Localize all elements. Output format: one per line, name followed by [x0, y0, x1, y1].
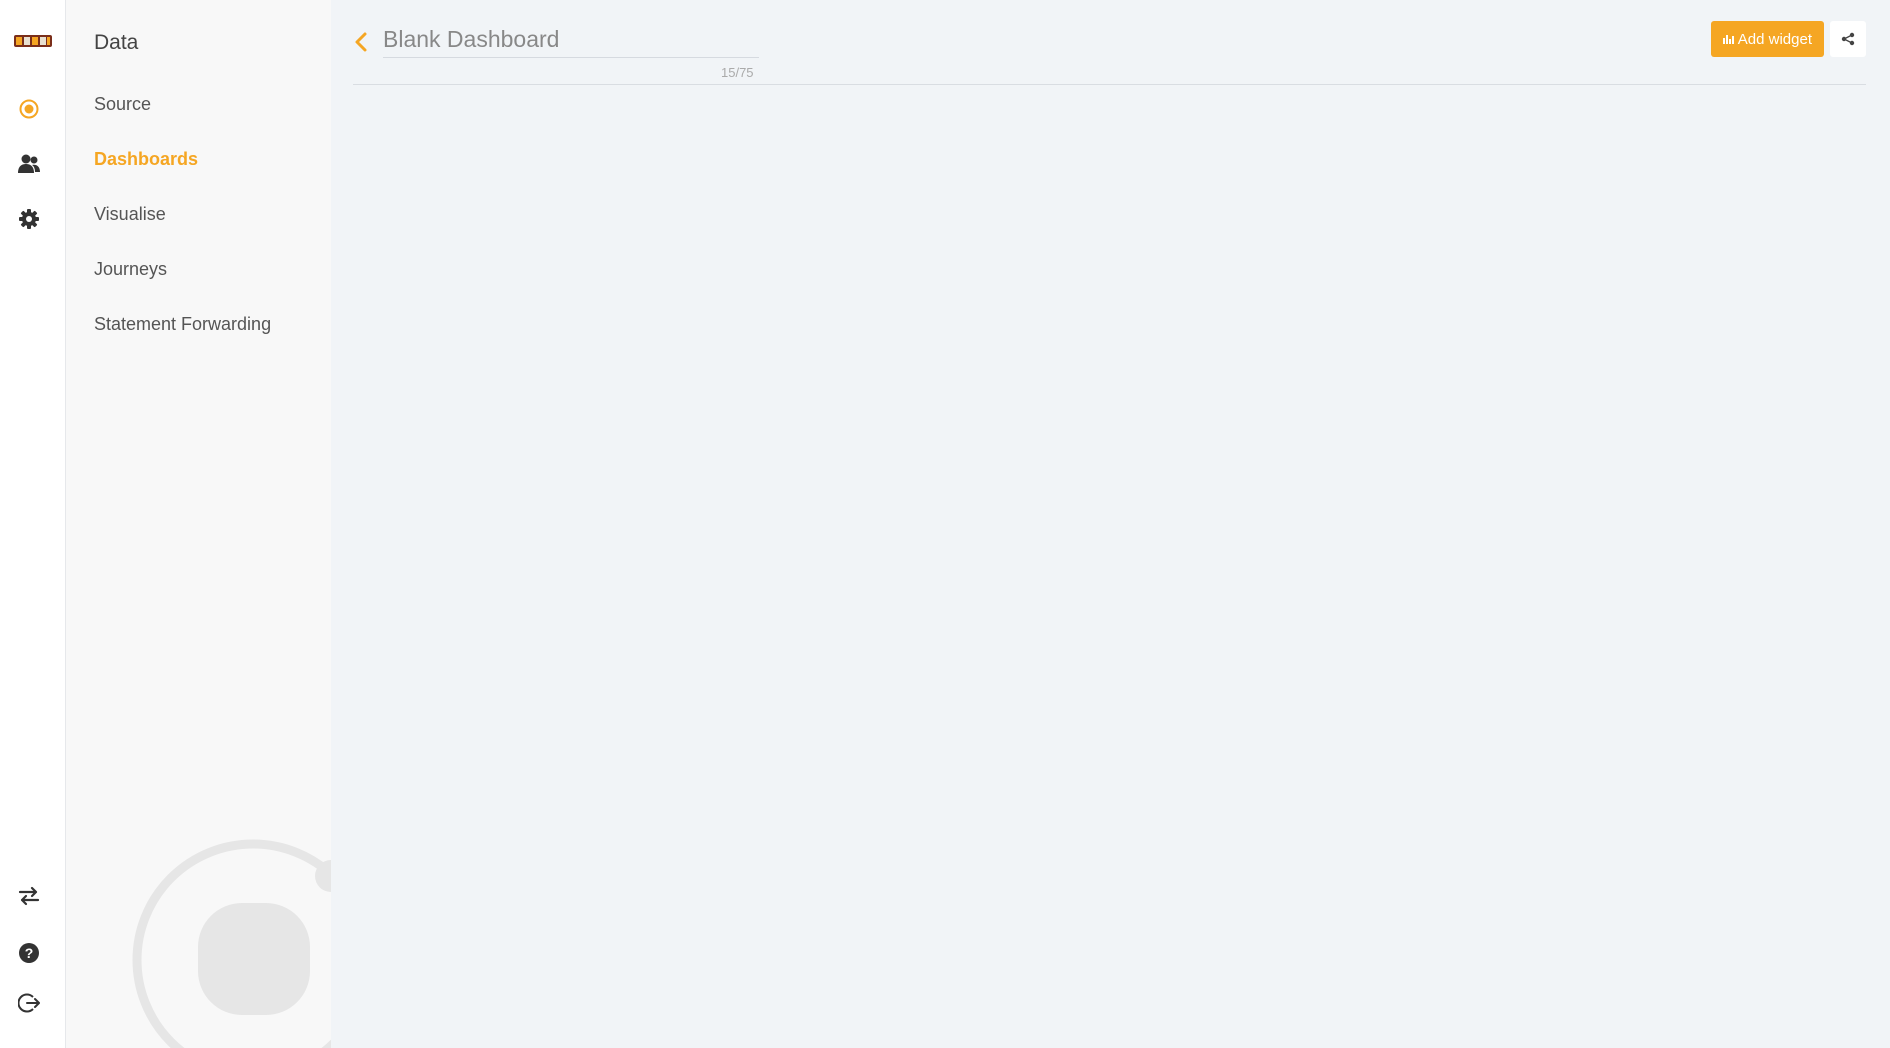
- dashboard-title-input[interactable]: [383, 24, 759, 57]
- title-char-count: 15/75: [721, 65, 754, 80]
- app: ? Data Source Dashboards Visualise Journ…: [0, 0, 1890, 1048]
- section-title: Data: [94, 31, 139, 54]
- section-nav: Data Source Dashboards Visualise Journey…: [66, 0, 331, 1048]
- data-target-icon[interactable]: [13, 93, 45, 125]
- svg-text:?: ?: [25, 945, 34, 961]
- back-button[interactable]: [351, 30, 371, 54]
- nav-item-dashboards[interactable]: Dashboards: [94, 149, 198, 170]
- add-widget-label: Add widget: [1737, 30, 1812, 48]
- nav-item-source[interactable]: Source: [94, 94, 151, 115]
- gear-icon[interactable]: [13, 203, 45, 235]
- nav-item-journeys[interactable]: Journeys: [94, 259, 167, 280]
- help-icon[interactable]: ?: [13, 937, 45, 969]
- switch-arrows-icon[interactable]: [13, 880, 45, 912]
- icon-rail: ?: [0, 0, 66, 1048]
- header-divider: [353, 84, 1866, 85]
- share-button[interactable]: [1830, 21, 1866, 57]
- main-content: 15/75 Add widget: [331, 0, 1890, 1048]
- decorative-watermark: [132, 839, 331, 1048]
- nav-item-visualise[interactable]: Visualise: [94, 204, 166, 225]
- logout-icon[interactable]: [13, 987, 45, 1019]
- add-widget-button[interactable]: Add widget: [1710, 21, 1824, 57]
- ll-logo[interactable]: [13, 30, 53, 52]
- dashboard-title-field: [383, 24, 759, 58]
- people-icon[interactable]: [13, 148, 45, 180]
- share-icon: [1841, 32, 1855, 46]
- bar-chart-icon: [1722, 35, 1734, 44]
- nav-item-statement-forwarding[interactable]: Statement Forwarding: [94, 314, 271, 335]
- chevron-left-icon: [355, 32, 367, 52]
